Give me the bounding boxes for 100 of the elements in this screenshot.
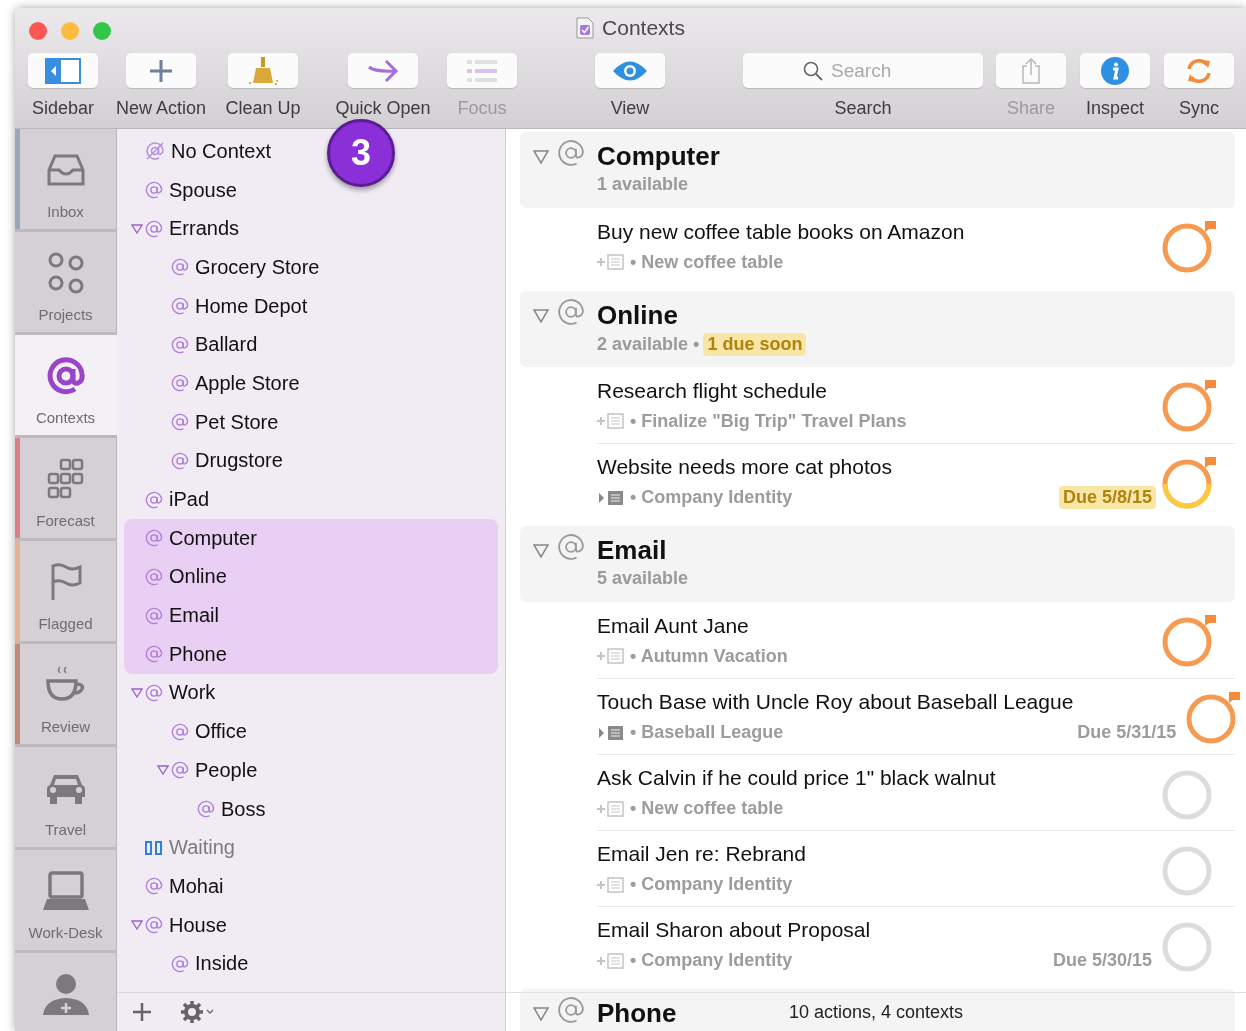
pause-icon <box>145 840 163 855</box>
disclosure-triangle[interactable] <box>157 765 169 776</box>
context-row[interactable]: No Context <box>124 132 278 171</box>
add-note-icon[interactable] <box>597 413 625 429</box>
context-row[interactable]: Ballard <box>124 325 264 365</box>
toolbar-button[interactable] <box>595 53 665 88</box>
toolbar-label: Search <box>834 98 892 119</box>
project-name: • New coffee table <box>630 251 784 273</box>
context-row[interactable]: Home Depot <box>124 286 314 326</box>
due-date: Due 5/8/15 <box>1058 486 1156 509</box>
due-soon-tag: 1 due soon <box>703 333 807 356</box>
context-row[interactable]: House <box>124 905 233 945</box>
note-icon[interactable] <box>597 489 625 506</box>
toolbar-button[interactable] <box>1164 53 1234 88</box>
perspective-tab[interactable]: Review <box>15 644 117 744</box>
document-icon <box>576 17 595 39</box>
note-icon[interactable] <box>597 724 625 741</box>
at-icon <box>145 683 163 702</box>
context-row[interactable]: Grocery Store <box>124 248 326 287</box>
search-field[interactable]: Search <box>743 53 983 88</box>
toolbar-button[interactable] <box>126 53 196 88</box>
disclosure-triangle[interactable] <box>131 687 143 698</box>
disclosure-triangle[interactable] <box>533 1007 549 1021</box>
search-icon <box>803 61 823 81</box>
at-icon <box>557 533 585 561</box>
context-row[interactable]: Boss <box>124 789 272 829</box>
no-context-icon <box>145 141 165 162</box>
minimize-button[interactable] <box>61 21 79 40</box>
plus-icon <box>149 58 173 83</box>
at-icon <box>145 181 163 200</box>
context-label: Mohai <box>169 874 224 898</box>
project-name: • New coffee table <box>630 798 784 819</box>
toolbar-button[interactable] <box>348 53 418 88</box>
perspective-tab[interactable]: Flagged <box>15 541 117 641</box>
at-icon <box>145 529 163 548</box>
action-title: Touch Base with Uncle Roy about Baseball League <box>597 690 1074 714</box>
toolbar-label: Sync <box>1179 98 1219 119</box>
context-label: Ballard <box>195 333 258 357</box>
context-row[interactable]: Work <box>124 673 222 713</box>
disclosure-triangle[interactable] <box>131 920 143 931</box>
add-note-icon[interactable] <box>597 800 625 817</box>
context-row[interactable]: Inside <box>124 944 255 984</box>
disclosure-triangle[interactable] <box>533 150 549 164</box>
perspective-tab[interactable]: Contexts <box>15 335 117 435</box>
at-icon <box>145 219 163 238</box>
context-label: Home Depot <box>195 294 308 318</box>
context-label: Work <box>169 681 216 705</box>
status-circle-icon[interactable] <box>1160 612 1218 668</box>
context-row[interactable]: Phone <box>124 634 498 674</box>
toolbar-button[interactable] <box>228 53 298 88</box>
project-name: • Company Identity <box>630 487 793 508</box>
available-count: 2 available • <box>597 334 700 355</box>
project-name: • Company Identity <box>630 874 793 895</box>
disclosure-triangle[interactable] <box>131 223 143 234</box>
context-row[interactable]: Office <box>124 712 253 751</box>
toolbar-button[interactable] <box>28 53 98 88</box>
add-note-icon[interactable] <box>597 648 625 664</box>
action-title: Buy new coffee table books on Amazon <box>597 219 966 244</box>
context-label: Phone <box>169 642 227 666</box>
available-count: 5 available <box>597 568 689 589</box>
context-row[interactable]: People <box>124 751 264 790</box>
at-icon <box>171 451 189 470</box>
group-title: Phone <box>597 998 677 1029</box>
context-label: Online <box>169 565 227 589</box>
disclosure-triangle[interactable] <box>533 309 549 323</box>
context-row[interactable]: iPad <box>124 480 216 519</box>
toolbar-label: Focus <box>457 98 507 119</box>
add-button[interactable] <box>133 1003 151 1021</box>
close-button[interactable] <box>29 21 47 40</box>
context-label: People <box>195 758 258 782</box>
inbox-icon <box>46 154 85 186</box>
add-note-icon[interactable] <box>597 876 625 893</box>
zoom-button[interactable] <box>93 21 111 40</box>
context-row[interactable]: Pet Store <box>124 402 285 442</box>
at-icon <box>145 916 163 935</box>
context-row[interactable]: Apple Store <box>124 364 306 403</box>
status-text: 10 actions, 4 contexts <box>788 1001 964 1023</box>
action-title: Research flight schedule <box>597 378 828 403</box>
context-row[interactable]: Waiting <box>124 828 241 868</box>
toolbar-label: Quick Open <box>335 98 431 119</box>
disclosure-triangle[interactable] <box>533 544 549 558</box>
perspective-tab[interactable] <box>15 953 117 1031</box>
perspective-tab[interactable]: Forecast <box>15 438 117 538</box>
context-row[interactable]: Spouse <box>124 170 243 210</box>
context-row[interactable]: Computer <box>124 518 498 558</box>
context-row[interactable]: Online <box>124 557 498 597</box>
context-row[interactable]: Errands <box>124 209 246 249</box>
at-icon <box>145 877 163 896</box>
add-note-icon[interactable] <box>597 254 625 270</box>
context-row[interactable]: Drugstore <box>124 441 289 481</box>
broom-icon <box>246 55 280 86</box>
at-icon <box>171 374 189 393</box>
status-circle-icon[interactable] <box>1160 377 1218 433</box>
laptop-icon <box>42 871 89 911</box>
status-circle-icon[interactable] <box>1160 218 1218 274</box>
context-label: Waiting <box>169 836 235 860</box>
toolbar-button[interactable] <box>1080 53 1150 88</box>
add-note-icon[interactable] <box>597 952 625 969</box>
context-row[interactable]: Email <box>124 596 498 635</box>
context-row[interactable]: Mohai <box>124 867 230 906</box>
